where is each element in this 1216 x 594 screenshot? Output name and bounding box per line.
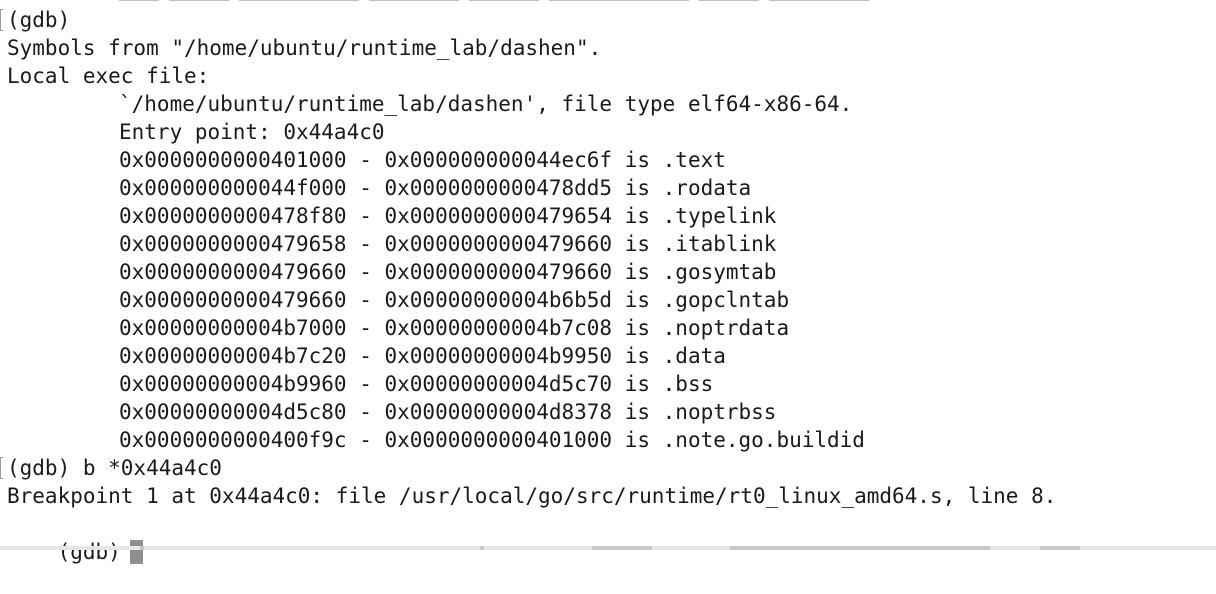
gdb-command-line: (gdb) — [7, 8, 71, 32]
output-line: 0x0000000000478f80 - 0x0000000000479654 … — [119, 204, 777, 228]
terminal-window[interactable]: (gdb) Symbols from "/home/ubuntu/runtime_… — [0, 0, 1216, 564]
output-line: 0x00000000004b9960 - 0x00000000004d5c70 … — [119, 372, 714, 396]
output-line: Breakpoint 1 at 0x44a4c0: file /usr/loca… — [7, 484, 1057, 508]
clipped-next-output — [0, 546, 1216, 550]
output-line: 0x0000000000479660 - 0x00000000004b6b5d … — [119, 288, 790, 312]
output-line: 0x0000000000401000 - 0x000000000044ec6f … — [119, 148, 726, 172]
command-marker — [0, 9, 3, 31]
output-line: Symbols from "/home/ubuntu/runtime_lab/d… — [7, 36, 602, 60]
output-line: Local exec file: — [7, 64, 210, 88]
gdb-prompt: (gdb) — [57, 540, 121, 564]
output-line: Entry point: 0x44a4c0 — [119, 120, 385, 144]
output-line: `/home/ubuntu/runtime_lab/dashen', file … — [119, 92, 853, 116]
output-line: 0x0000000000479660 - 0x0000000000479660 … — [119, 260, 777, 284]
output-line: 0x00000000004b7000 - 0x00000000004b7c08 … — [119, 316, 790, 340]
gdb-command-line: (gdb) b *0x44a4c0 — [7, 456, 222, 480]
output-line: 0x00000000004b7c20 - 0x00000000004b9950 … — [119, 344, 726, 368]
prompt-line[interactable]: (gdb) — [7, 510, 143, 564]
text-cursor — [129, 540, 143, 564]
output-line: 0x0000000000400f9c - 0x0000000000401000 … — [119, 428, 865, 452]
command-marker — [0, 457, 3, 479]
output-line: 0x000000000044f000 - 0x0000000000478dd5 … — [119, 176, 752, 200]
output-line: 0x00000000004d5c80 - 0x00000000004d8378 … — [119, 400, 777, 424]
clipped-previous-output — [119, 0, 939, 4]
output-line: 0x0000000000479658 - 0x0000000000479660 … — [119, 232, 777, 256]
